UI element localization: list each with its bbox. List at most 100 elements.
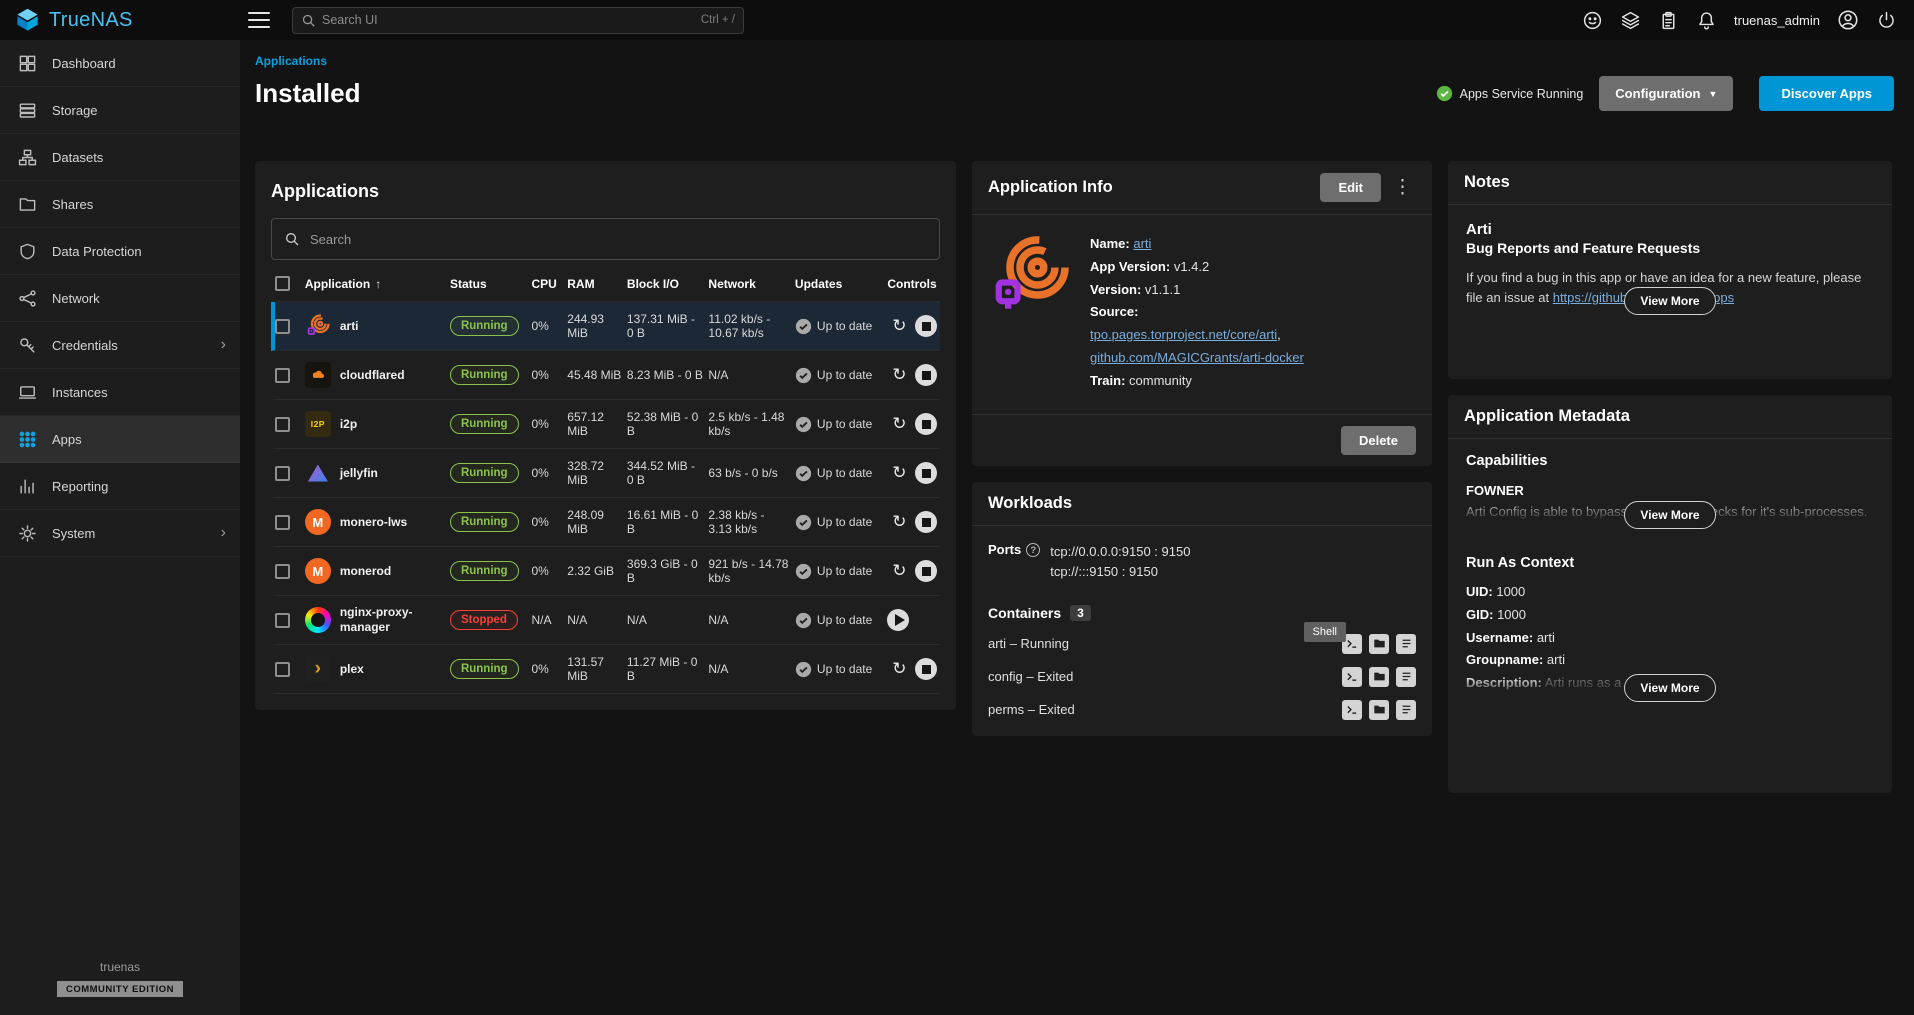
sidebar-item-storage[interactable]: Storage [0, 87, 240, 134]
stop-button[interactable] [915, 413, 937, 435]
containers-header: Containers 3 [988, 605, 1416, 621]
global-search[interactable]: Ctrl + / [292, 7, 744, 34]
row-checkbox[interactable] [275, 515, 290, 530]
col-status[interactable]: Status [450, 277, 532, 291]
checkbox-cell [275, 466, 305, 481]
apps-search[interactable] [271, 218, 940, 260]
start-button[interactable] [887, 609, 909, 631]
logs-icon[interactable] [1396, 667, 1416, 687]
status-badge: Running [450, 463, 519, 483]
folder-icon[interactable] [1369, 634, 1389, 654]
table-row-cloudflared[interactable]: cloudflared Running 0% 45.48 MiB 8.23 Mi… [271, 351, 940, 400]
stop-button[interactable] [915, 560, 937, 582]
app-name-link[interactable]: arti [1133, 236, 1151, 251]
stop-button[interactable] [915, 511, 937, 533]
col-ram[interactable]: RAM [567, 277, 627, 291]
user-avatar-icon[interactable] [1836, 8, 1860, 32]
row-checkbox[interactable] [275, 319, 290, 334]
feedback-smiley-icon[interactable] [1580, 8, 1604, 32]
col-updates[interactable]: Updates [795, 277, 887, 291]
capabilities-view-more-button[interactable]: View More [1624, 501, 1715, 529]
row-checkbox[interactable] [275, 466, 290, 481]
kebab-menu-icon[interactable]: ⋮ [1389, 176, 1416, 199]
restart-button[interactable]: ↻ [887, 510, 911, 534]
restart-button[interactable]: ↻ [887, 314, 911, 338]
sidebar-item-dashboard[interactable]: Dashboard [0, 40, 240, 87]
edit-button[interactable]: Edit [1320, 173, 1381, 202]
col-block-io[interactable]: Block I/O [627, 277, 709, 291]
power-icon[interactable] [1874, 8, 1898, 32]
restart-button[interactable]: ↻ [887, 412, 911, 436]
status-badge: Running [450, 561, 519, 581]
delete-button[interactable]: Delete [1341, 426, 1416, 455]
shell-icon[interactable] [1342, 667, 1362, 687]
restart-button[interactable]: ↻ [887, 559, 911, 583]
stop-icon [922, 371, 931, 380]
sidebar-item-shares[interactable]: Shares [0, 181, 240, 228]
row-checkbox[interactable] [275, 417, 290, 432]
configuration-button[interactable]: Configuration ▼ [1599, 76, 1733, 111]
menu-toggle-button[interactable] [248, 12, 270, 28]
sidebar-item-network[interactable]: Network [0, 275, 240, 322]
application-cell: arti [305, 313, 450, 339]
shell-icon[interactable] [1342, 700, 1362, 720]
col-network[interactable]: Network [708, 277, 794, 291]
service-running-check-icon [1436, 85, 1453, 102]
source-link-1[interactable]: tpo.pages.torproject.net/core/arti [1090, 327, 1277, 342]
notes-view-more-button[interactable]: View More [1624, 287, 1715, 315]
breadcrumb[interactable]: Applications [255, 54, 1894, 68]
container-name: config [988, 669, 1023, 684]
ram-cell: 248.09 MiB [567, 508, 627, 536]
stop-button[interactable] [915, 364, 937, 386]
stop-button[interactable] [915, 315, 937, 337]
table-row-nginx-proxy-manager[interactable]: nginx-proxy-manager Stopped N/A N/A N/A … [271, 596, 940, 645]
logo[interactable]: TrueNAS [0, 7, 240, 34]
sidebar-item-instances[interactable]: Instances [0, 369, 240, 416]
table-row-jellyfin[interactable]: jellyfin Running 0% 328.72 MiB 344.52 Mi… [271, 449, 940, 498]
jobs-clipboard-icon[interactable] [1656, 8, 1680, 32]
info-icon[interactable]: ? [1026, 543, 1040, 557]
table-row-arti[interactable]: arti Running 0% 244.93 MiB 137.31 MiB - … [271, 302, 940, 351]
restart-button[interactable]: ↻ [887, 461, 911, 485]
sidebar-item-datasets[interactable]: Datasets [0, 134, 240, 181]
folder-icon[interactable] [1369, 667, 1389, 687]
ram-cell: 657.12 MiB [567, 410, 627, 438]
sidebar-item-data-protection[interactable]: Data Protection [0, 228, 240, 275]
application-cell: › plex [305, 656, 450, 682]
restart-button[interactable]: ↻ [887, 657, 911, 681]
stop-icon [922, 322, 931, 331]
table-row-monero-lws[interactable]: M monero-lws Running 0% 248.09 MiB 16.61… [271, 498, 940, 547]
row-checkbox[interactable] [275, 564, 290, 579]
stop-button[interactable] [915, 658, 937, 680]
up-to-date-icon [795, 661, 812, 678]
sidebar-item-credentials[interactable]: Credentials › [0, 322, 240, 369]
status-cell: Running [450, 512, 532, 532]
apps-search-input[interactable] [310, 232, 927, 247]
logs-icon[interactable] [1396, 634, 1416, 654]
table-row-monerod[interactable]: M monerod Running 0% 2.32 GiB 369.3 GiB … [271, 547, 940, 596]
select-all-checkbox[interactable] [275, 276, 290, 291]
col-application[interactable]: Application↑ [305, 277, 450, 291]
folder-icon[interactable] [1369, 700, 1389, 720]
updates-cell: Up to date [795, 416, 887, 433]
username-line: Username: arti [1466, 627, 1874, 650]
stop-button[interactable] [915, 462, 937, 484]
row-checkbox[interactable] [275, 368, 290, 383]
global-search-input[interactable] [322, 13, 695, 27]
sidebar-item-apps[interactable]: Apps [0, 416, 240, 463]
discover-apps-button[interactable]: Discover Apps [1759, 76, 1894, 111]
search-shortcut-hint: Ctrl + / [701, 14, 735, 26]
row-checkbox[interactable] [275, 662, 290, 677]
restart-button[interactable]: ↻ [887, 363, 911, 387]
row-checkbox[interactable] [275, 613, 290, 628]
source-link-2[interactable]: github.com/MAGICGrants/arti-docker [1090, 350, 1304, 365]
col-cpu[interactable]: CPU [531, 277, 567, 291]
alerts-bell-icon[interactable] [1694, 8, 1718, 32]
sidebar-item-system[interactable]: System › [0, 510, 240, 557]
logs-icon[interactable] [1396, 700, 1416, 720]
run-as-view-more-button[interactable]: View More [1624, 674, 1715, 702]
table-row-i2p[interactable]: I2P i2p Running 0% 657.12 MiB 52.38 MiB … [271, 400, 940, 449]
sidebar-item-reporting[interactable]: Reporting [0, 463, 240, 510]
update-layers-icon[interactable] [1618, 8, 1642, 32]
table-row-plex[interactable]: › plex Running 0% 131.57 MiB 11.27 MiB -… [271, 645, 940, 694]
